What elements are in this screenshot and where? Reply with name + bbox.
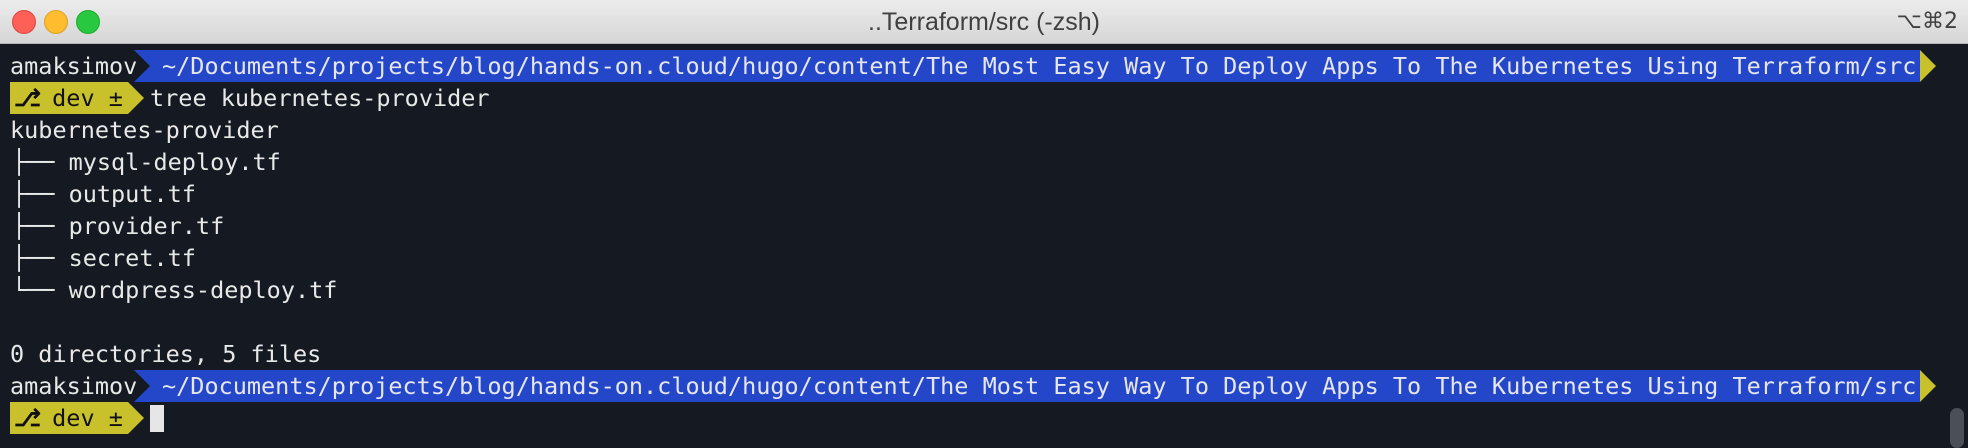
- text-cursor[interactable]: [150, 405, 164, 432]
- git-branch-label: dev ±: [52, 404, 123, 432]
- tree-summary: 0 directories, 5 files: [0, 338, 1968, 370]
- terminal-window: ..Terraform/src (-zsh) ⌥⌘2 amaksimov ~/D…: [0, 0, 1968, 448]
- prompt-path-end-arrow: [1920, 50, 1936, 82]
- prompt-input-line[interactable]: ⎇ dev ±: [0, 402, 1968, 434]
- tree-entry-text: ├── provider.tf: [12, 212, 225, 240]
- tree-entry: ├── output.tf: [0, 178, 1968, 210]
- tree-entry-text: ├── secret.tf: [12, 244, 196, 272]
- tree-root: kubernetes-provider: [0, 114, 1968, 146]
- prompt-path-line: amaksimov ~/Documents/projects/blog/hand…: [0, 370, 1968, 402]
- tree-entry: ├── secret.tf: [0, 242, 1968, 274]
- scrollbar-thumb[interactable]: [1950, 408, 1964, 448]
- tree-entry-text: ├── mysql-deploy.tf: [12, 148, 281, 176]
- prompt-command-line: ⎇ dev ± tree kubernetes-provider: [0, 82, 1968, 114]
- prompt-user: amaksimov: [10, 372, 138, 400]
- git-branch-icon: ⎇: [14, 404, 42, 432]
- command-text: tree kubernetes-provider: [150, 84, 490, 112]
- tree-summary-text: 0 directories, 5 files: [10, 340, 322, 368]
- window-shortcut: ⌥⌘2: [1896, 9, 1958, 34]
- terminal-content[interactable]: amaksimov ~/Documents/projects/blog/hand…: [0, 48, 1968, 448]
- tree-root-label: kubernetes-provider: [10, 116, 279, 144]
- git-status-segment: ⎇ dev ±: [10, 402, 144, 434]
- prompt-path: ~/Documents/projects/blog/hands-on.cloud…: [134, 370, 1920, 402]
- prompt-path-end-arrow: [1920, 370, 1936, 402]
- title-bar[interactable]: ..Terraform/src (-zsh) ⌥⌘2: [0, 0, 1968, 44]
- prompt-user: amaksimov: [10, 52, 138, 80]
- prompt-path-line: amaksimov ~/Documents/projects/blog/hand…: [0, 50, 1968, 82]
- tree-entry-text: ├── output.tf: [12, 180, 196, 208]
- window-title: ..Terraform/src (-zsh): [868, 8, 1100, 36]
- prompt-path: ~/Documents/projects/blog/hands-on.cloud…: [134, 50, 1920, 82]
- tree-entry: ├── provider.tf: [0, 210, 1968, 242]
- git-branch-icon: ⎇: [14, 84, 42, 112]
- tree-entry: └── wordpress-deploy.tf: [0, 274, 1968, 306]
- tree-entry-text: └── wordpress-deploy.tf: [12, 276, 338, 304]
- git-branch-label: dev ±: [52, 84, 123, 112]
- git-status-segment: ⎇ dev ±: [10, 82, 144, 114]
- tree-entry: ├── mysql-deploy.tf: [0, 146, 1968, 178]
